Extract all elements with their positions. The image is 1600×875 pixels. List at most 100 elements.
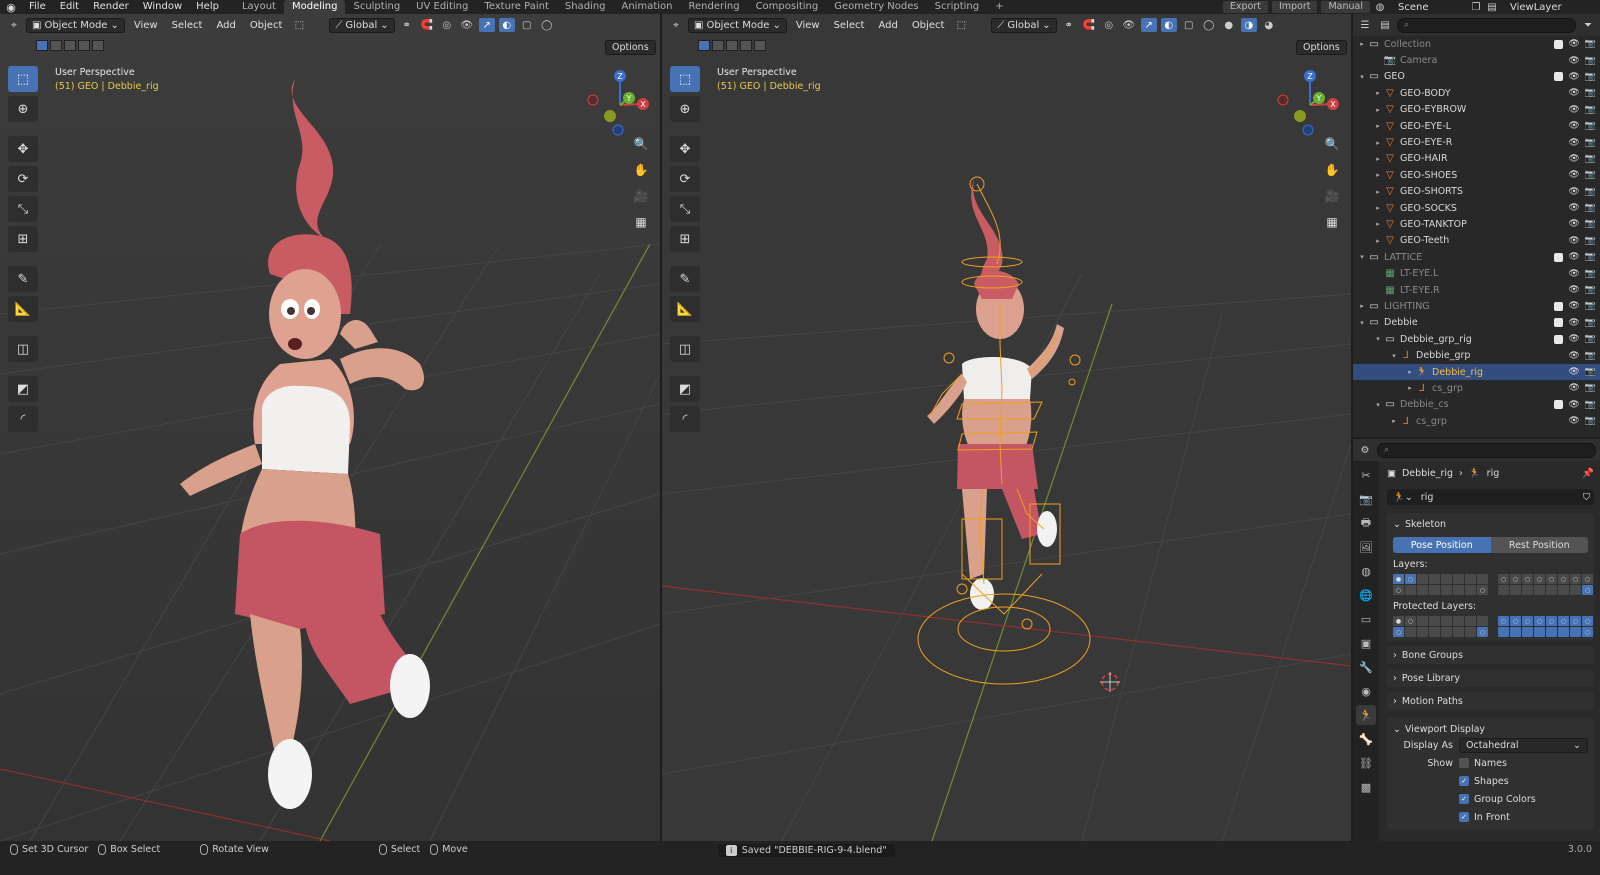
visibility-eye-icon[interactable]: 👁 — [1568, 400, 1579, 410]
visibility-eye-icon[interactable]: 👁 — [1568, 105, 1579, 115]
in-front-checkbox[interactable]: ✓ — [1459, 812, 1469, 822]
world-tab-icon[interactable]: 🌐 — [1356, 585, 1376, 605]
select-box-tool-icon[interactable]: ⬚ — [670, 66, 700, 92]
visibility-eye-icon[interactable]: 👁 — [1568, 269, 1579, 279]
render-camera-icon[interactable]: 📷 — [1585, 318, 1596, 328]
select-extend-icon[interactable] — [712, 40, 724, 51]
snap-icon[interactable]: 🧲 — [419, 18, 435, 32]
render-camera-icon[interactable]: 📷 — [1585, 252, 1596, 262]
editor-type-icon[interactable]: ⌖ — [668, 18, 684, 32]
scale-tool-icon[interactable]: ⤡ — [8, 196, 38, 222]
expand-down-icon[interactable]: ▾ — [1357, 73, 1367, 81]
select-subtract-icon[interactable] — [64, 40, 76, 51]
render-camera-icon[interactable]: 📷 — [1585, 138, 1596, 148]
show-overlays-icon[interactable]: ◐ — [498, 18, 515, 32]
protected-grid-left[interactable]: ● ○ ○ ○ — [1393, 616, 1488, 637]
exclude-checkbox[interactable] — [1554, 72, 1564, 82]
select-extend-icon[interactable] — [50, 40, 62, 51]
protected-grid-right[interactable]: ○ ○ ○ ○ ○ ○ ○ ○ ○ — [1498, 616, 1593, 637]
menu-select[interactable]: Select — [829, 20, 870, 31]
outliner-row[interactable]: ▸ ▽ GEO-SHOES 👁 📷 — [1353, 167, 1600, 183]
perspective-grid-icon[interactable]: ▦ — [1322, 212, 1342, 232]
scene-selector[interactable]: Scene — [1388, 2, 1468, 13]
render-camera-icon[interactable]: 📷 — [1585, 367, 1596, 377]
render-camera-icon[interactable]: 📷 — [1585, 203, 1596, 213]
expand-right-icon[interactable]: ▸ — [1373, 139, 1383, 147]
outliner-row[interactable]: ▸ ▭ Collection 👁 📷 — [1353, 36, 1600, 52]
visibility-eye-icon[interactable]: 👁 — [1568, 187, 1579, 197]
outliner-row[interactable]: ▸ ▽ GEO-EYE-R 👁 📷 — [1353, 134, 1600, 150]
rotate-tool-icon[interactable]: ⟳ — [8, 166, 38, 192]
outliner-row[interactable]: ▾ ⅃ Debbie_grp 👁 📷 — [1353, 347, 1600, 363]
select-box-tool-icon[interactable]: ⬚ — [8, 66, 38, 92]
output-tab-icon[interactable]: 🖶 — [1356, 513, 1376, 533]
visibility-eye-icon[interactable]: 👁 — [1568, 72, 1579, 82]
pose-library-panel[interactable]: › Pose Library — [1387, 669, 1594, 687]
group-colors-checkbox[interactable]: ✓ — [1459, 794, 1469, 804]
expand-right-icon[interactable]: ▸ — [1373, 237, 1383, 245]
skeleton-panel-header[interactable]: ⌄ Skeleton — [1393, 517, 1588, 531]
outliner-row[interactable]: ▦ LT-EYE.R 👁 📷 — [1353, 282, 1600, 298]
fake-user-shield-icon[interactable]: ⛉ — [1583, 492, 1594, 503]
render-camera-icon[interactable]: 📷 — [1585, 334, 1596, 344]
outliner-row[interactable]: ▸ 🏃 Debbie_rig 👁 📷 — [1353, 363, 1600, 381]
outliner-row[interactable]: ▸ ▽ GEO-BODY 👁 📷 — [1353, 85, 1600, 101]
shading-wireframe-icon[interactable]: ◯ — [1201, 18, 1217, 32]
render-camera-icon[interactable]: 📷 — [1585, 400, 1596, 410]
menu-add[interactable]: Add — [873, 20, 902, 31]
visibility-eye-icon[interactable]: 👁 — [1568, 170, 1579, 180]
menu-render[interactable]: Render — [86, 0, 136, 14]
render-camera-icon[interactable]: 📷 — [1585, 285, 1596, 295]
viewport-left[interactable]: ⌖ ▣ Object Mode ⌄ View Select Add Object ⬚… — [0, 14, 660, 841]
breadcrumb-data[interactable]: rig — [1487, 468, 1500, 479]
select-invert-icon[interactable] — [740, 40, 752, 51]
pan-hand-icon[interactable]: ✋ — [631, 160, 651, 180]
copy-scene-icon[interactable]: ❐ — [1468, 0, 1484, 14]
expand-right-icon[interactable]: ▸ — [1405, 384, 1415, 392]
options-button[interactable]: Options — [1296, 40, 1347, 55]
tab-layout[interactable]: Layout — [234, 0, 284, 14]
xray-icon[interactable]: ▢ — [519, 18, 535, 32]
render-camera-icon[interactable]: 📷 — [1585, 416, 1596, 426]
shapes-checkbox[interactable]: ✓ — [1459, 776, 1469, 786]
visibility-eye-icon[interactable]: 👁 — [1568, 236, 1579, 246]
scene-tab-icon[interactable]: ◍ — [1356, 561, 1376, 581]
render-camera-icon[interactable]: 📷 — [1585, 105, 1596, 115]
import-button[interactable]: Import — [1271, 1, 1318, 13]
menu-file[interactable]: File — [22, 0, 53, 14]
outliner-row[interactable]: ▸ ▽ GEO-SOCKS 👁 📷 — [1353, 200, 1600, 216]
add-workspace-icon[interactable]: + — [987, 0, 1011, 14]
breadcrumb-object[interactable]: Debbie_rig — [1402, 468, 1453, 479]
bone-tab-icon[interactable]: 🦴 — [1356, 729, 1376, 749]
outliner-row[interactable]: ▸ ▽ GEO-HAIR 👁 📷 — [1353, 151, 1600, 167]
render-camera-icon[interactable]: 📷 — [1585, 236, 1596, 246]
overlay-visibility-icon[interactable]: 👁 — [459, 18, 475, 32]
menu-select[interactable]: Select — [167, 20, 208, 31]
exclude-checkbox[interactable] — [1554, 318, 1564, 328]
expand-down-icon[interactable]: ▾ — [1357, 319, 1367, 327]
pose-position-button[interactable]: Pose Position — [1393, 537, 1491, 553]
overlay-visibility-icon[interactable]: 👁 — [1121, 18, 1137, 32]
zoom-icon[interactable]: 🔍 — [1322, 134, 1342, 154]
expand-down-icon[interactable]: ▾ — [1389, 352, 1399, 360]
tab-modeling[interactable]: Modeling — [283, 0, 346, 14]
visibility-eye-icon[interactable]: 👁 — [1568, 416, 1579, 426]
motion-paths-panel[interactable]: › Motion Paths — [1387, 692, 1594, 710]
move-tool-icon[interactable]: ✥ — [8, 136, 38, 162]
filter-icon[interactable]: ⏷ — [1580, 18, 1596, 32]
texture-tab-icon[interactable]: ▩ — [1356, 777, 1376, 797]
expand-down-icon[interactable]: ▾ — [1373, 335, 1383, 343]
layer-grid-right[interactable]: ○ ○ ○ ○ ○ ○ ○ ○ ○ — [1498, 574, 1593, 595]
tool-tab-icon[interactable]: ✂ — [1356, 465, 1376, 485]
tab-rendering[interactable]: Rendering — [680, 0, 747, 14]
pin-icon[interactable]: 📌 — [1582, 468, 1594, 479]
outliner-row[interactable]: ▸ ▽ GEO-EYE-L 👁 📷 — [1353, 118, 1600, 134]
expand-right-icon[interactable]: ▸ — [1357, 40, 1367, 48]
expand-down-icon[interactable]: ▾ — [1373, 401, 1383, 409]
xray-icon[interactable]: ▢ — [1181, 18, 1197, 32]
tab-texture-paint[interactable]: Texture Paint — [476, 0, 557, 14]
render-camera-icon[interactable]: 📷 — [1585, 154, 1596, 164]
exclude-checkbox[interactable] — [1554, 301, 1564, 311]
visibility-eye-icon[interactable]: 👁 — [1568, 138, 1579, 148]
options-button[interactable]: Options — [605, 40, 656, 55]
